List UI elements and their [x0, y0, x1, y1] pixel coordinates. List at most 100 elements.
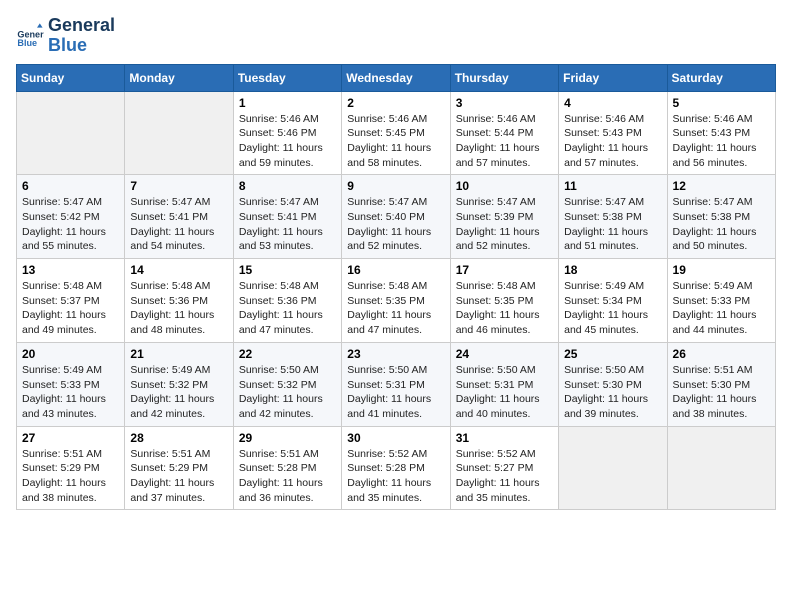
- calendar-cell: 16 Sunrise: 5:48 AM Sunset: 5:35 PM Dayli…: [342, 259, 450, 343]
- day-info: Sunrise: 5:46 AM Sunset: 5:43 PM Dayligh…: [673, 112, 770, 171]
- calendar-header-sunday: Sunday: [17, 64, 125, 91]
- calendar-header-row: SundayMondayTuesdayWednesdayThursdayFrid…: [17, 64, 776, 91]
- day-number: 15: [239, 263, 336, 277]
- calendar-cell: 25 Sunrise: 5:50 AM Sunset: 5:30 PM Dayli…: [559, 342, 667, 426]
- calendar-table: SundayMondayTuesdayWednesdayThursdayFrid…: [16, 64, 776, 511]
- calendar-cell: 3 Sunrise: 5:46 AM Sunset: 5:44 PM Daylig…: [450, 91, 558, 175]
- day-number: 13: [22, 263, 119, 277]
- day-info: Sunrise: 5:47 AM Sunset: 5:38 PM Dayligh…: [673, 195, 770, 254]
- day-number: 3: [456, 96, 553, 110]
- day-number: 24: [456, 347, 553, 361]
- day-number: 29: [239, 431, 336, 445]
- day-info: Sunrise: 5:51 AM Sunset: 5:28 PM Dayligh…: [239, 447, 336, 506]
- calendar-header-thursday: Thursday: [450, 64, 558, 91]
- day-info: Sunrise: 5:49 AM Sunset: 5:34 PM Dayligh…: [564, 279, 661, 338]
- day-info: Sunrise: 5:47 AM Sunset: 5:42 PM Dayligh…: [22, 195, 119, 254]
- calendar-cell: 11Sunrise: 5:47 AM Sunset: 5:38 PM Dayli…: [559, 175, 667, 259]
- day-info: Sunrise: 5:50 AM Sunset: 5:31 PM Dayligh…: [347, 363, 444, 422]
- calendar-header-monday: Monday: [125, 64, 233, 91]
- calendar-cell: 20 Sunrise: 5:49 AM Sunset: 5:33 PM Dayli…: [17, 342, 125, 426]
- logo-icon: General Blue: [16, 22, 44, 50]
- day-info: Sunrise: 5:51 AM Sunset: 5:30 PM Dayligh…: [673, 363, 770, 422]
- day-number: 31: [456, 431, 553, 445]
- calendar-header-friday: Friday: [559, 64, 667, 91]
- day-number: 10: [456, 179, 553, 193]
- day-info: Sunrise: 5:48 AM Sunset: 5:35 PM Dayligh…: [347, 279, 444, 338]
- logo: General Blue General Blue: [16, 16, 115, 56]
- calendar-cell: 30Sunrise: 5:52 AM Sunset: 5:28 PM Dayli…: [342, 426, 450, 510]
- calendar-cell: 14 Sunrise: 5:48 AM Sunset: 5:36 PM Dayli…: [125, 259, 233, 343]
- day-info: Sunrise: 5:51 AM Sunset: 5:29 PM Dayligh…: [22, 447, 119, 506]
- day-info: Sunrise: 5:49 AM Sunset: 5:33 PM Dayligh…: [22, 363, 119, 422]
- svg-text:Blue: Blue: [17, 38, 37, 48]
- calendar-cell: 29 Sunrise: 5:51 AM Sunset: 5:28 PM Dayli…: [233, 426, 341, 510]
- calendar-week-2: 6 Sunrise: 5:47 AM Sunset: 5:42 PM Daylig…: [17, 175, 776, 259]
- day-number: 9: [347, 179, 444, 193]
- day-number: 30: [347, 431, 444, 445]
- logo-text-general: General: [48, 16, 115, 36]
- day-number: 22: [239, 347, 336, 361]
- calendar-header-tuesday: Tuesday: [233, 64, 341, 91]
- calendar-cell: 15 Sunrise: 5:48 AM Sunset: 5:36 PM Dayli…: [233, 259, 341, 343]
- day-info: Sunrise: 5:47 AM Sunset: 5:41 PM Dayligh…: [130, 195, 227, 254]
- day-number: 8: [239, 179, 336, 193]
- day-number: 7: [130, 179, 227, 193]
- day-info: Sunrise: 5:49 AM Sunset: 5:32 PM Dayligh…: [130, 363, 227, 422]
- day-info: Sunrise: 5:48 AM Sunset: 5:36 PM Dayligh…: [130, 279, 227, 338]
- calendar-cell: 6 Sunrise: 5:47 AM Sunset: 5:42 PM Daylig…: [17, 175, 125, 259]
- calendar-header-saturday: Saturday: [667, 64, 775, 91]
- day-number: 23: [347, 347, 444, 361]
- calendar-cell: 24 Sunrise: 5:50 AM Sunset: 5:31 PM Dayli…: [450, 342, 558, 426]
- day-number: 19: [673, 263, 770, 277]
- day-info: Sunrise: 5:48 AM Sunset: 5:35 PM Dayligh…: [456, 279, 553, 338]
- day-number: 14: [130, 263, 227, 277]
- logo-text-blue: Blue: [48, 36, 115, 56]
- day-info: Sunrise: 5:47 AM Sunset: 5:40 PM Dayligh…: [347, 195, 444, 254]
- calendar-cell: 23 Sunrise: 5:50 AM Sunset: 5:31 PM Dayli…: [342, 342, 450, 426]
- day-info: Sunrise: 5:46 AM Sunset: 5:44 PM Dayligh…: [456, 112, 553, 171]
- day-info: Sunrise: 5:46 AM Sunset: 5:45 PM Dayligh…: [347, 112, 444, 171]
- day-number: 12: [673, 179, 770, 193]
- day-info: Sunrise: 5:47 AM Sunset: 5:39 PM Dayligh…: [456, 195, 553, 254]
- day-number: 5: [673, 96, 770, 110]
- day-info: Sunrise: 5:47 AM Sunset: 5:41 PM Dayligh…: [239, 195, 336, 254]
- calendar-cell: 1Sunrise: 5:46 AM Sunset: 5:46 PM Daylig…: [233, 91, 341, 175]
- day-info: Sunrise: 5:50 AM Sunset: 5:31 PM Dayligh…: [456, 363, 553, 422]
- day-number: 2: [347, 96, 444, 110]
- day-number: 18: [564, 263, 661, 277]
- day-info: Sunrise: 5:52 AM Sunset: 5:27 PM Dayligh…: [456, 447, 553, 506]
- day-info: Sunrise: 5:46 AM Sunset: 5:46 PM Dayligh…: [239, 112, 336, 171]
- day-info: Sunrise: 5:49 AM Sunset: 5:33 PM Dayligh…: [673, 279, 770, 338]
- day-info: Sunrise: 5:48 AM Sunset: 5:37 PM Dayligh…: [22, 279, 119, 338]
- calendar-week-3: 13 Sunrise: 5:48 AM Sunset: 5:37 PM Dayli…: [17, 259, 776, 343]
- day-info: Sunrise: 5:50 AM Sunset: 5:32 PM Dayligh…: [239, 363, 336, 422]
- calendar-cell: [125, 91, 233, 175]
- calendar-cell: 21Sunrise: 5:49 AM Sunset: 5:32 PM Dayli…: [125, 342, 233, 426]
- calendar-cell: 28 Sunrise: 5:51 AM Sunset: 5:29 PM Dayli…: [125, 426, 233, 510]
- calendar-cell: 12 Sunrise: 5:47 AM Sunset: 5:38 PM Dayli…: [667, 175, 775, 259]
- calendar-cell: 26Sunrise: 5:51 AM Sunset: 5:30 PM Dayli…: [667, 342, 775, 426]
- day-info: Sunrise: 5:47 AM Sunset: 5:38 PM Dayligh…: [564, 195, 661, 254]
- calendar-week-4: 20 Sunrise: 5:49 AM Sunset: 5:33 PM Dayli…: [17, 342, 776, 426]
- calendar-cell: 27 Sunrise: 5:51 AM Sunset: 5:29 PM Dayli…: [17, 426, 125, 510]
- calendar-cell: 8 Sunrise: 5:47 AM Sunset: 5:41 PM Daylig…: [233, 175, 341, 259]
- day-number: 25: [564, 347, 661, 361]
- calendar-cell: 19 Sunrise: 5:49 AM Sunset: 5:33 PM Dayli…: [667, 259, 775, 343]
- day-info: Sunrise: 5:51 AM Sunset: 5:29 PM Dayligh…: [130, 447, 227, 506]
- calendar-cell: [17, 91, 125, 175]
- calendar-cell: 13 Sunrise: 5:48 AM Sunset: 5:37 PM Dayli…: [17, 259, 125, 343]
- day-info: Sunrise: 5:48 AM Sunset: 5:36 PM Dayligh…: [239, 279, 336, 338]
- calendar-cell: 22 Sunrise: 5:50 AM Sunset: 5:32 PM Dayli…: [233, 342, 341, 426]
- calendar-cell: 10 Sunrise: 5:47 AM Sunset: 5:39 PM Dayli…: [450, 175, 558, 259]
- page-header: General Blue General Blue: [16, 16, 776, 56]
- day-number: 6: [22, 179, 119, 193]
- day-number: 20: [22, 347, 119, 361]
- calendar-cell: 7 Sunrise: 5:47 AM Sunset: 5:41 PM Daylig…: [125, 175, 233, 259]
- calendar-cell: 18 Sunrise: 5:49 AM Sunset: 5:34 PM Dayli…: [559, 259, 667, 343]
- day-number: 27: [22, 431, 119, 445]
- calendar-cell: 4Sunrise: 5:46 AM Sunset: 5:43 PM Daylig…: [559, 91, 667, 175]
- day-number: 16: [347, 263, 444, 277]
- calendar-cell: 5 Sunrise: 5:46 AM Sunset: 5:43 PM Daylig…: [667, 91, 775, 175]
- day-number: 28: [130, 431, 227, 445]
- day-info: Sunrise: 5:50 AM Sunset: 5:30 PM Dayligh…: [564, 363, 661, 422]
